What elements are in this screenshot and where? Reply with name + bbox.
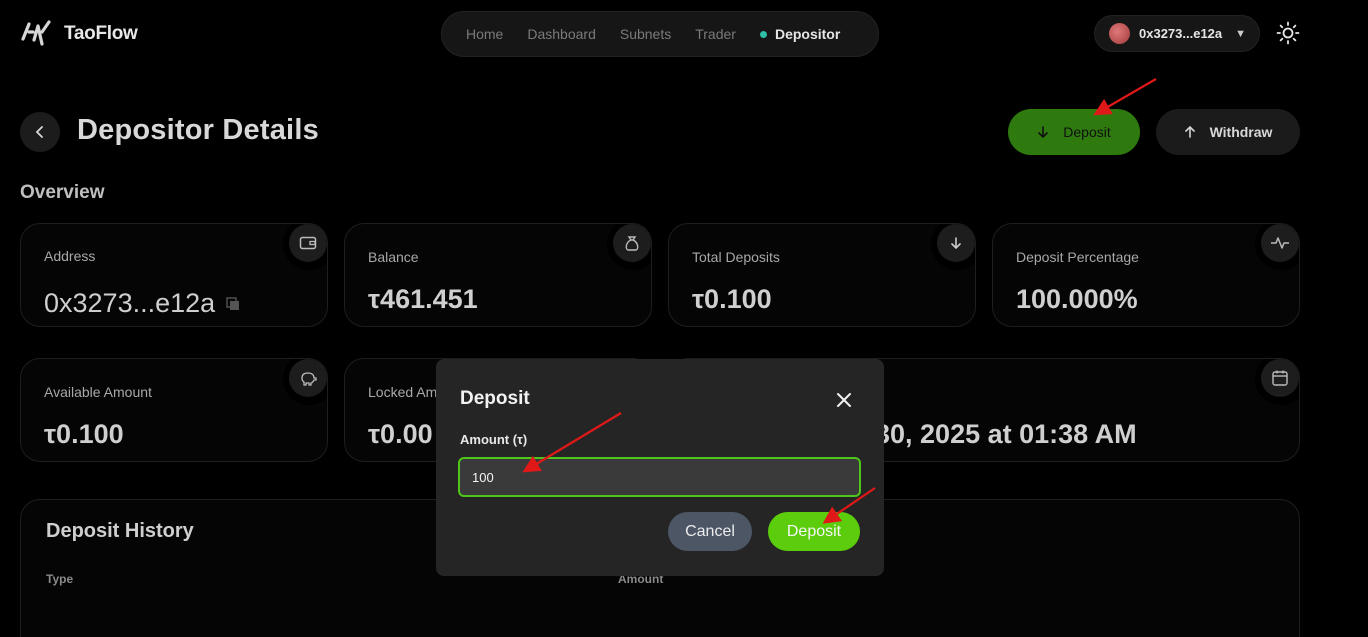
calendar-icon	[1261, 359, 1299, 397]
balance-card: Balance τ461.451	[344, 223, 652, 327]
copy-icon[interactable]	[225, 296, 241, 312]
nav-depositor[interactable]: Depositor	[759, 26, 841, 42]
locked-amount-value: τ0.00	[368, 419, 433, 449]
available-amount-card: Available Amount τ0.100	[20, 358, 328, 462]
arrow-up-icon	[1184, 126, 1195, 138]
money-bag-icon	[613, 224, 651, 262]
deposit-modal: Deposit Amount (τ) Cancel Deposit	[436, 359, 884, 576]
deposit-percentage-label: Deposit Percentage	[1016, 249, 1139, 265]
chevron-left-icon	[35, 126, 43, 138]
confirm-deposit-button[interactable]: Deposit	[768, 512, 860, 551]
wallet-button[interactable]: 0x3273...e12a ▼	[1094, 15, 1260, 52]
address-label: Address	[44, 248, 96, 264]
wallet-icon	[289, 224, 327, 262]
arrow-down-icon	[937, 224, 975, 262]
nav-dashboard[interactable]: Dashboard	[527, 26, 596, 42]
total-deposits-label: Total Deposits	[692, 249, 780, 265]
modal-title: Deposit	[460, 388, 530, 409]
balance-value: τ461.451	[368, 284, 478, 314]
wallet-address: 0x3273...e12a	[1139, 26, 1223, 41]
caret-down-icon: ▼	[1235, 27, 1247, 40]
piggy-bank-icon	[289, 359, 327, 397]
available-amount-value: τ0.100	[44, 419, 124, 449]
deposit-history-title: Deposit History	[46, 520, 194, 542]
total-deposits-card: Total Deposits τ0.100	[668, 223, 976, 327]
balance-label: Balance	[368, 249, 419, 265]
nav-depositor-label: Depositor	[774, 26, 841, 42]
arrow-down-icon	[1038, 126, 1049, 138]
deposit-date-value: 30, 2025 at 01:38 AM	[875, 419, 1137, 449]
locked-amount-label: Locked Am	[368, 384, 438, 400]
activity-pulse-icon	[1261, 224, 1299, 262]
brand-name: TaoFlow	[64, 23, 138, 44]
annotation-arrow	[1093, 78, 1157, 116]
nav-subnets[interactable]: Subnets	[620, 26, 671, 42]
page-title: Depositor Details	[77, 114, 319, 146]
active-indicator-dot	[759, 30, 767, 38]
deposit-percentage-value: 100.000%	[1016, 284, 1138, 314]
address-value-row: 0x3273...e12a	[44, 288, 241, 319]
amount-label: Amount (τ)	[460, 432, 528, 447]
nav-home[interactable]: Home	[466, 26, 503, 42]
available-amount-label: Available Amount	[44, 384, 152, 400]
overview-heading: Overview	[20, 182, 105, 203]
address-card: Address 0x3273...e12a	[20, 223, 328, 327]
back-button[interactable]	[20, 112, 60, 152]
withdraw-button-label: Withdraw	[1209, 124, 1273, 140]
cancel-button[interactable]: Cancel	[668, 512, 752, 551]
deposit-button[interactable]: Deposit	[1008, 109, 1140, 155]
total-deposits-value: τ0.100	[692, 284, 772, 314]
sun-icon[interactable]	[1276, 21, 1300, 45]
brand-logo[interactable]: TaoFlow	[20, 18, 138, 50]
close-icon[interactable]	[835, 391, 853, 409]
withdraw-button[interactable]: Withdraw	[1156, 109, 1300, 155]
address-value: 0x3273...e12a	[44, 288, 216, 318]
nav-trader[interactable]: Trader	[695, 26, 736, 42]
main-nav: Home Dashboard Subnets Trader Depositor	[441, 11, 879, 57]
deposit-button-label: Deposit	[1063, 124, 1111, 140]
history-column-type: Type	[46, 572, 74, 586]
taoflow-logo-icon	[21, 20, 51, 46]
amount-input[interactable]	[458, 457, 861, 497]
deposit-percentage-card: Deposit Percentage 100.000%	[992, 223, 1300, 327]
avatar	[1109, 23, 1130, 44]
